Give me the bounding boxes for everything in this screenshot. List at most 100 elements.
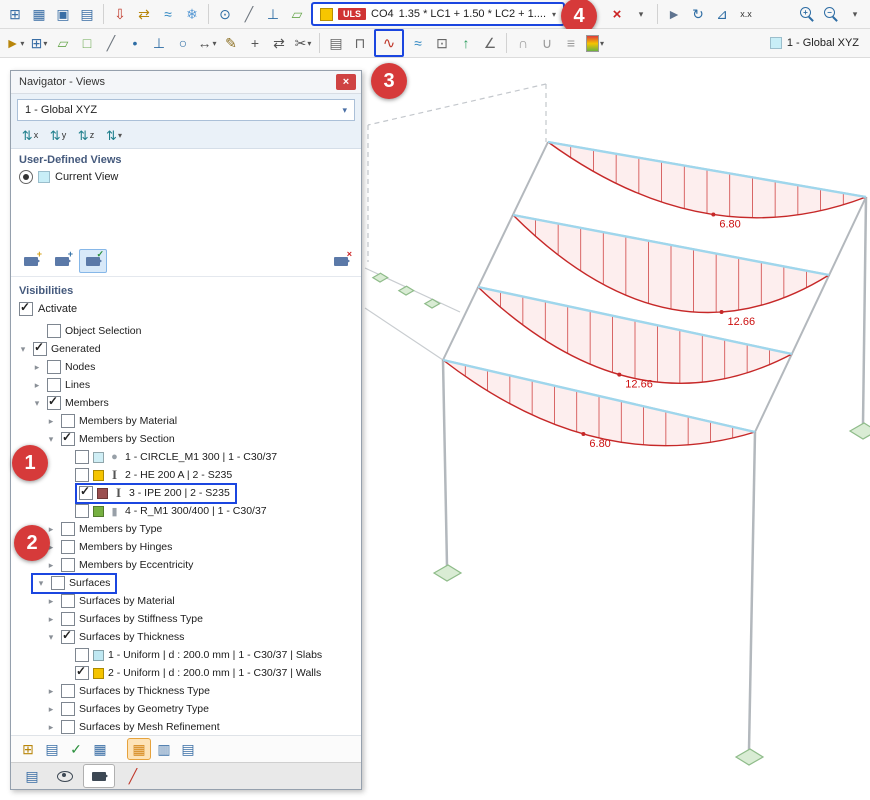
tree-item-surfaces-by-thickness-type[interactable]: ▸ Surfaces by Thickness Type: [17, 682, 361, 700]
view-select-dropdown[interactable]: 1 - Global XYZ ▾: [17, 99, 355, 121]
checkbox-unchecked[interactable]: [61, 414, 75, 428]
expander-closed-icon[interactable]: ▸: [45, 596, 57, 607]
delete-views-button[interactable]: ×: [327, 249, 355, 273]
expander-closed-icon[interactable]: ▸: [45, 722, 57, 733]
checkbox-unchecked[interactable]: [47, 378, 61, 392]
checkbox-checked[interactable]: [61, 430, 75, 446]
expander-open-icon[interactable]: ▾: [31, 398, 43, 409]
tree-item-2-he-200-a-2-s235[interactable]: I 2 - HE 200 A | 2 - S235: [17, 466, 361, 484]
checkbox-unchecked[interactable]: [51, 576, 65, 590]
view-in-y-button[interactable]: ⇅ y: [45, 125, 71, 145]
insert-member-icon[interactable]: ╱: [237, 2, 261, 26]
copy-load-icon[interactable]: ⇄: [132, 2, 156, 26]
tree-item-lines[interactable]: ▸ Lines: [17, 376, 361, 394]
new-hinge-icon[interactable]: ○: [171, 31, 195, 55]
grid-mode-2-icon[interactable]: ▥: [153, 739, 175, 759]
expander-closed-icon[interactable]: ▸: [45, 704, 57, 715]
edit-icon[interactable]: ✎: [219, 31, 243, 55]
new-visibility-icon[interactable]: ⊞: [17, 739, 39, 759]
view-custom-button[interactable]: ⇅ ▾: [101, 125, 127, 145]
apply-visibility-icon[interactable]: ✓: [65, 739, 87, 759]
tab-results-navigator[interactable]: ╱: [118, 765, 148, 787]
checkbox-checked[interactable]: [33, 340, 47, 356]
current-view-option[interactable]: Current View: [11, 168, 361, 186]
new-opening-icon[interactable]: □: [75, 31, 99, 55]
checkbox-unchecked[interactable]: [75, 504, 89, 518]
new-member-icon[interactable]: ╱: [99, 31, 123, 55]
tree-item-2-uniform-d-200-0-mm-1-c30-37-walls[interactable]: 2 - Uniform | d : 200.0 mm | 1 - C30/37 …: [17, 664, 361, 682]
checkbox-checked[interactable]: [75, 664, 89, 680]
grid-mode-3-icon[interactable]: ▤: [177, 739, 199, 759]
tree-item-3-ipe-200-2-s235[interactable]: I 3 - IPE 200 | 2 - S235: [17, 482, 361, 504]
expander-open-icon[interactable]: ▾: [45, 632, 57, 643]
activate-checkbox-row[interactable]: Activate: [11, 299, 361, 319]
checkbox-unchecked[interactable]: [75, 450, 89, 464]
tree-item-members[interactable]: ▾ Members: [17, 394, 361, 412]
tree-item-members-by-material[interactable]: ▸ Members by Material: [17, 412, 361, 430]
expander-open-icon[interactable]: ▾: [17, 344, 29, 355]
checkbox-unchecked[interactable]: [47, 360, 61, 374]
solid-display-icon[interactable]: ⊡: [430, 31, 454, 55]
new-block-icon[interactable]: ⊞ ▾: [27, 31, 51, 55]
chevron-down-icon[interactable]: ▾: [118, 131, 122, 140]
zoom-menu-caret-icon[interactable]: ▾: [843, 2, 867, 26]
walk-through-icon[interactable]: ↑: [454, 31, 478, 55]
expander-open-icon[interactable]: ▾: [35, 578, 47, 589]
expander-open-icon[interactable]: ▾: [45, 434, 57, 445]
diagram-style-outline-icon[interactable]: ∪: [535, 31, 559, 55]
checkbox-checked[interactable]: [61, 628, 75, 644]
remove-combination-icon[interactable]: ×: [605, 2, 629, 26]
user-views-list[interactable]: [19, 188, 353, 244]
pointer-mode-icon[interactable]: ►: [662, 2, 686, 26]
tables-icon[interactable]: ▦: [27, 2, 51, 26]
regenerate-icon[interactable]: ↻: [686, 2, 710, 26]
load-case-icon[interactable]: ⇩: [108, 2, 132, 26]
checkbox-unchecked[interactable]: [61, 720, 75, 734]
expander-closed-icon[interactable]: ▸: [45, 686, 57, 697]
expander-closed-icon[interactable]: ▸: [45, 560, 57, 571]
checkbox-unchecked[interactable]: [61, 594, 75, 608]
load-combination-selector[interactable]: ULS CO4 1.35 * LC1 + 1.50 * LC2 + 1.... …: [311, 0, 598, 34]
tree-item-members-by-eccentricity[interactable]: ▸ Members by Eccentricity: [17, 556, 361, 574]
result-values-icon[interactable]: x.x: [734, 2, 758, 26]
surface-results-icon[interactable]: ≈: [406, 31, 430, 55]
checkbox-unchecked[interactable]: [47, 324, 61, 338]
view-in-z-button[interactable]: ⇅ z: [73, 125, 99, 145]
zoom-out-icon[interactable]: [819, 2, 843, 26]
work-plane-icon[interactable]: ⊿: [710, 2, 734, 26]
checkbox-unchecked[interactable]: [61, 702, 75, 716]
radio-selected-icon[interactable]: [19, 170, 33, 184]
results-table-icon[interactable]: ▤: [324, 31, 348, 55]
tree-item-surfaces-by-material[interactable]: ▸ Surfaces by Material: [17, 592, 361, 610]
chevron-down-icon[interactable]: ▾: [20, 39, 24, 48]
checkbox-unchecked[interactable]: [75, 468, 89, 482]
checkbox-unchecked[interactable]: [61, 684, 75, 698]
tab-views-navigator[interactable]: [83, 764, 115, 788]
insert-node-icon[interactable]: ⊙: [213, 2, 237, 26]
checkbox-unchecked[interactable]: [75, 648, 89, 662]
color-scale-icon[interactable]: ▾: [583, 31, 607, 55]
checkbox-checked[interactable]: [47, 394, 61, 410]
chevron-down-icon[interactable]: ▾: [43, 39, 47, 48]
zoom-in-icon[interactable]: [795, 2, 819, 26]
save-view-button[interactable]: +: [17, 249, 45, 273]
tab-display-navigator[interactable]: [50, 765, 80, 787]
checkbox-checked[interactable]: [79, 484, 93, 500]
diagram-style-filled-icon[interactable]: ∩: [511, 31, 535, 55]
checkbox-unchecked[interactable]: [61, 612, 75, 626]
tree-item-members-by-type[interactable]: ▸ Members by Type: [17, 520, 361, 538]
mirror-icon[interactable]: ⇄: [267, 31, 291, 55]
tree-item-1-circle-m1-300-1-c30-37[interactable]: ● 1 - CIRCLE_M1 300 | 1 - C30/37: [17, 448, 361, 466]
new-support-icon[interactable]: ⊥: [147, 31, 171, 55]
chevron-down-icon[interactable]: ▾: [552, 10, 556, 19]
diagram-style-hatched-icon[interactable]: ≡: [559, 31, 583, 55]
trim-icon[interactable]: ✂ ▾: [291, 31, 315, 55]
combination-list-caret-icon[interactable]: ▾: [629, 2, 653, 26]
tree-item-surfaces-by-stiffness-type[interactable]: ▸ Surfaces by Stiffness Type: [17, 610, 361, 628]
expander-closed-icon[interactable]: ▸: [31, 380, 43, 391]
results-diagram-toggle[interactable]: ∿ 3: [371, 29, 407, 99]
selection-tool-icon[interactable]: ► ▾: [3, 31, 27, 55]
insert-surface-icon[interactable]: ▱: [285, 2, 309, 26]
checkbox-unchecked[interactable]: [61, 540, 75, 554]
navigator-titlebar[interactable]: Navigator - Views ×: [11, 71, 361, 94]
